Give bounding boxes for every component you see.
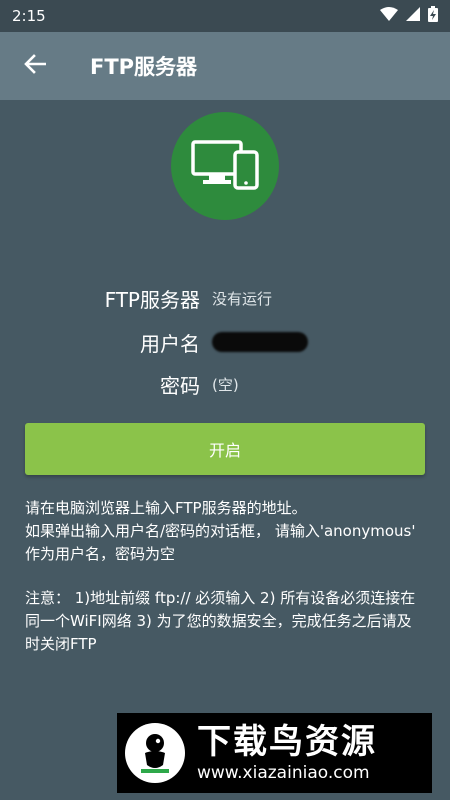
back-arrow-icon <box>24 54 47 78</box>
status-time: 2:15 <box>12 7 46 25</box>
username-label: 用户名 <box>140 331 200 356</box>
back-button[interactable] <box>0 32 70 100</box>
signal-icon <box>406 7 420 25</box>
server-status: 没有运行 <box>212 289 273 308</box>
instructions-note: 注意： 1)地址前缀 ftp:// 必须输入 2) 所有设备必须连接在同一个Wi… <box>25 589 416 653</box>
username-row: 用户名 <box>0 322 450 362</box>
watermark-url: www.xiazainiao.com <box>197 763 370 783</box>
watermark-banner: 下载鸟资源 www.xiazainiao.com <box>117 713 432 793</box>
ftp-server-hero <box>171 112 279 220</box>
desktop-phone-icon <box>191 138 259 194</box>
app-bar: FTP服务器 <box>0 32 450 100</box>
battery-icon <box>428 6 438 26</box>
server-label: FTP服务器 <box>104 287 200 312</box>
start-button[interactable]: 开启 <box>25 423 425 475</box>
status-bar: 2:15 <box>0 0 450 32</box>
bird-logo-icon <box>125 723 185 783</box>
wifi-icon <box>380 7 398 25</box>
password-label: 密码 <box>160 373 200 398</box>
password-value: (空) <box>212 375 239 394</box>
password-row: 密码 (空) <box>0 364 450 404</box>
instructions-line1: 请在电脑浏览器上输入FTP服务器的地址。 <box>25 499 307 517</box>
instructions-line2: 如果弹出输入用户名/密码的对话框， 请输入'anonymous' 作为用户名，密… <box>25 522 416 563</box>
server-status-row: FTP服务器 没有运行 <box>0 278 450 318</box>
page-title: FTP服务器 <box>90 55 198 79</box>
watermark-title: 下载鸟资源 <box>197 722 377 762</box>
status-icons <box>380 6 438 26</box>
username-redacted <box>212 332 308 352</box>
